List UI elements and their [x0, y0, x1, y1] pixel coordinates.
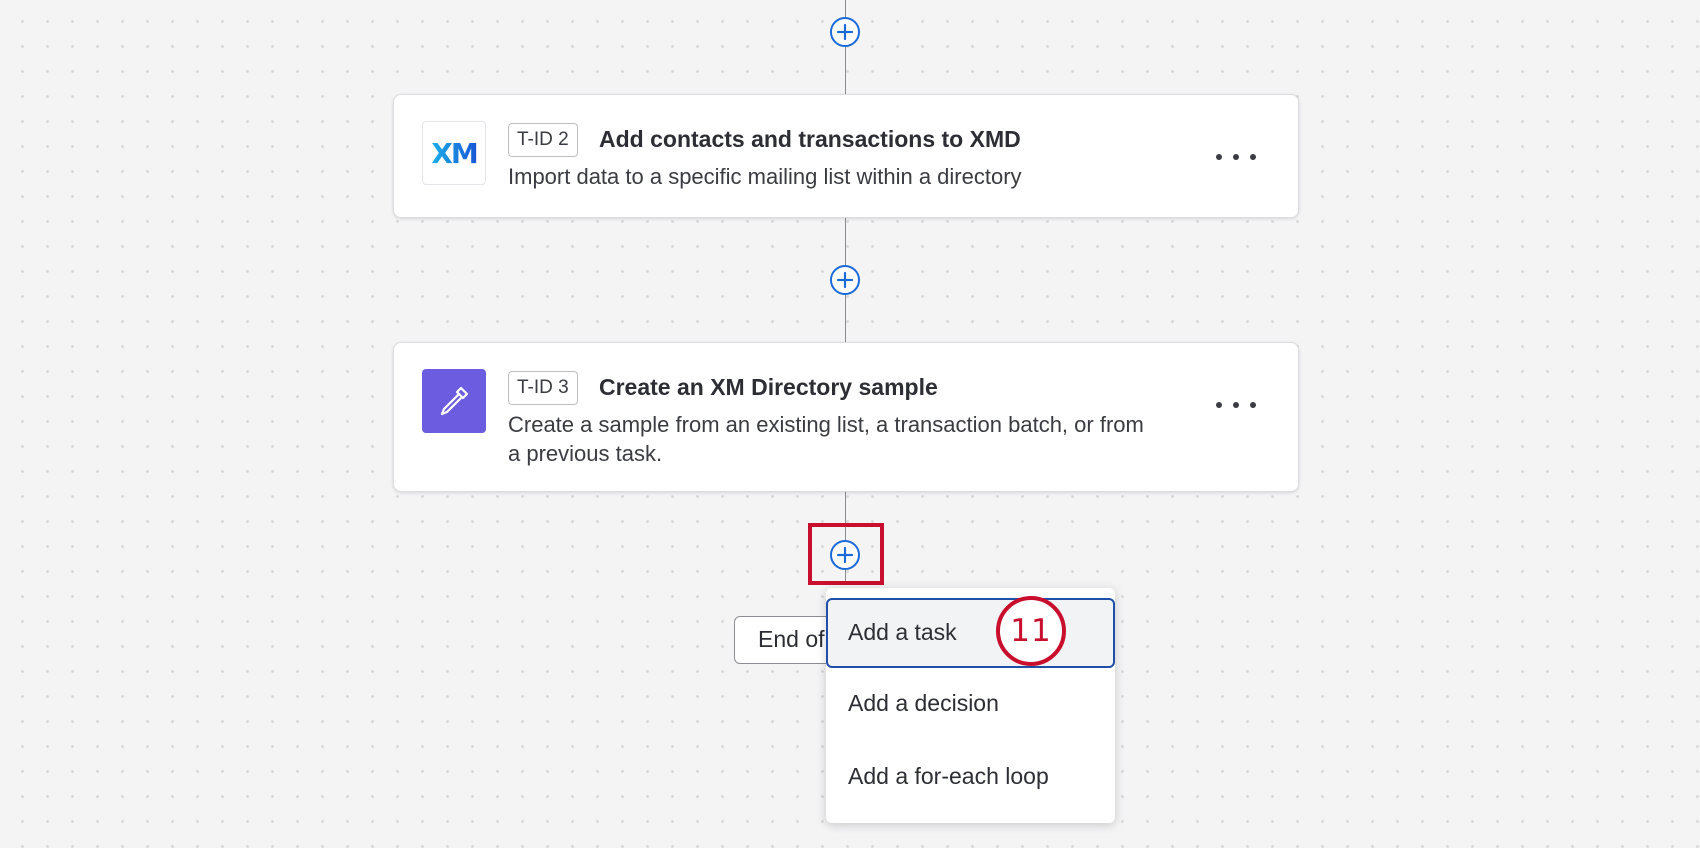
- task-id-badge: T-ID 2: [508, 123, 578, 157]
- menu-item-add-for-each-loop[interactable]: Add a for-each loop: [826, 742, 1115, 812]
- ellipsis-icon: [1216, 154, 1222, 160]
- annotation-step-badge: 11: [996, 596, 1066, 666]
- ellipsis-icon: [1233, 402, 1239, 408]
- add-step-button[interactable]: [830, 265, 860, 295]
- task-description: Create a sample from an existing list, a…: [508, 412, 1144, 466]
- ellipsis-icon: [1233, 154, 1239, 160]
- task-card[interactable]: XM T-ID 2 Add contacts and transactions …: [393, 94, 1299, 218]
- xm-logo-text: XM: [431, 136, 478, 170]
- task-description: Import data to a specific mailing list w…: [508, 164, 1022, 189]
- ellipsis-icon: [1250, 154, 1256, 160]
- menu-item-add-task[interactable]: Add a task: [826, 598, 1115, 668]
- menu-item-add-decision[interactable]: Add a decision: [826, 669, 1115, 739]
- task-id-badge: T-ID 3: [508, 371, 578, 405]
- task-title: Add contacts and transactions to XMD: [599, 126, 1021, 152]
- more-options-button[interactable]: [1216, 145, 1256, 169]
- annotation-highlight-box: [808, 523, 884, 585]
- more-options-button[interactable]: [1216, 393, 1256, 417]
- ellipsis-icon: [1250, 402, 1256, 408]
- xm-logo-icon: XM: [422, 121, 486, 185]
- plus-circle-icon: [836, 23, 854, 41]
- workflow-connector: [845, 0, 846, 94]
- add-step-menu: Add a task Add a decision Add a for-each…: [826, 588, 1115, 823]
- ellipsis-icon: [1216, 402, 1222, 408]
- task-title: Create an XM Directory sample: [599, 374, 938, 400]
- add-step-button[interactable]: [830, 17, 860, 47]
- eyedropper-icon: [422, 369, 486, 433]
- task-card[interactable]: T-ID 3 Create an XM Directory sample Cre…: [393, 342, 1299, 492]
- plus-circle-icon: [836, 271, 854, 289]
